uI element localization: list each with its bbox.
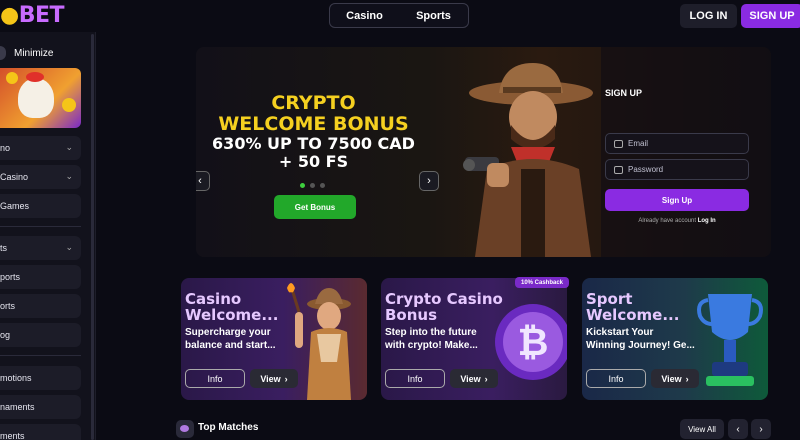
matches-prev-button[interactable]: ‹ — [728, 419, 748, 439]
carousel-prev-button[interactable]: ‹ — [196, 171, 210, 191]
matches-next-button[interactable]: › — [751, 419, 771, 439]
card-title: Casino Welcome... — [185, 290, 279, 324]
sidebar-item-promotions[interactable]: motions — [0, 366, 81, 390]
chevron-right-icon: › — [484, 373, 488, 384]
view-button[interactable]: View › — [250, 369, 298, 388]
info-button[interactable]: Info — [586, 369, 646, 388]
card-title: Crypto Casino Bonus — [385, 290, 503, 324]
carousel-dot-active[interactable] — [300, 183, 305, 188]
signup-panel: SIGN UP Email Password Sign Up Already h… — [601, 47, 771, 257]
bitcoin-coin-illustration: ₿ — [495, 304, 567, 380]
info-button[interactable]: Info — [385, 369, 445, 388]
sidebar-promo-banner[interactable] — [0, 68, 81, 128]
promo-card-casino[interactable]: Casino Welcome... Supercharge your balance… — [181, 278, 367, 400]
carousel-dot[interactable] — [310, 183, 315, 188]
minimize-icon — [0, 46, 6, 60]
trophy-illustration — [697, 294, 763, 386]
sidebar-item-esports[interactable]: orts — [0, 294, 81, 318]
promo-card-crypto[interactable]: Crypto Casino Bonus Step into the future w… — [381, 278, 567, 400]
brand-logo[interactable]: ●BET — [0, 3, 65, 28]
view-button[interactable]: View › — [450, 369, 498, 388]
coin-icon — [62, 98, 76, 112]
card-description: Kickstart Your Winning Journey! Ge... — [586, 327, 695, 351]
chevron-down-icon: ⌄ — [65, 171, 73, 181]
password-placeholder: Password — [628, 165, 664, 174]
sidebar-scrollbar[interactable] — [91, 34, 94, 440]
chevron-down-icon: ⌄ — [65, 142, 73, 152]
coin-icon — [6, 72, 18, 84]
hero-title: CRYPTO WELCOME BONUS — [218, 92, 409, 135]
chevron-right-icon: › — [427, 175, 431, 187]
sidebar-item-label: orts — [0, 301, 16, 311]
promo-card-sport[interactable]: Sport Welcome... Kickstart Your Winning Jo… — [582, 278, 768, 400]
hero-banner: CRYPTO WELCOME BONUS 630% UP TO 7500 CAD… — [196, 47, 771, 257]
sidebar-divider — [0, 226, 81, 227]
sidebar-item-sports[interactable]: ports — [0, 265, 81, 289]
sidebar-item-payments[interactable]: ments — [0, 424, 81, 440]
sidebar-divider — [0, 355, 81, 356]
minimize-label: Minimize — [14, 47, 54, 59]
signup-footer: Already have account Log In — [638, 218, 716, 224]
ball-icon — [176, 420, 194, 438]
chevron-down-icon: ⌄ — [65, 242, 73, 252]
tab-sports[interactable]: Sports — [399, 10, 468, 22]
signup-button[interactable]: SIGN UP — [741, 4, 800, 28]
chicken-comb — [26, 72, 44, 82]
top-matches-title: Top Matches — [198, 422, 259, 433]
sidebar-item-label: ports — [0, 272, 21, 282]
chevron-left-icon: ‹ — [198, 175, 202, 187]
sidebar-item-live-casino[interactable]: Casino ⌄ — [0, 165, 81, 189]
sidebar-item-label: motions — [0, 373, 32, 383]
sidebar-item-tournaments[interactable]: naments — [0, 395, 81, 419]
card-description: Step into the future with crypto! Make... — [385, 327, 478, 351]
mail-icon — [614, 140, 623, 148]
password-field[interactable]: Password — [605, 159, 749, 180]
sidebar-item-label: Games — [0, 201, 30, 211]
signup-panel-title: SIGN UP — [605, 88, 643, 98]
cowboy-illustration — [463, 63, 593, 257]
svg-text:₿: ₿ — [518, 320, 549, 364]
chicken-illustration — [18, 78, 54, 118]
sidebar-item-sports-group[interactable]: ts ⌄ — [0, 236, 81, 260]
top-header: ●BET Casino Sports LOG IN SIGN UP — [0, 0, 800, 32]
chevron-right-icon: › — [284, 373, 288, 384]
card-title: Sport Welcome... — [586, 290, 680, 324]
sidebar-item-label: naments — [0, 402, 35, 412]
sidebar-item-label: ments — [0, 431, 25, 440]
lock-icon — [614, 166, 623, 174]
sidebar-item-label: Casino — [0, 172, 29, 182]
login-link[interactable]: Log In — [698, 218, 716, 224]
sidebar-item-blog[interactable]: og — [0, 323, 81, 347]
info-button[interactable]: Info — [185, 369, 245, 388]
cashback-badge: 10% Cashback — [515, 277, 569, 288]
chevron-right-icon: › — [685, 373, 689, 384]
sidebar-item-label: og — [0, 330, 11, 340]
minimize-toggle[interactable]: Minimize — [0, 46, 53, 60]
login-button[interactable]: LOG IN — [680, 4, 737, 28]
carousel-next-button[interactable]: › — [419, 171, 439, 191]
product-switch: Casino Sports — [329, 3, 469, 28]
tab-casino[interactable]: Casino — [330, 10, 399, 22]
view-button[interactable]: View › — [651, 369, 699, 388]
email-placeholder: Email — [628, 139, 649, 148]
carousel-dot[interactable] — [320, 183, 325, 188]
sidebar: Minimize no ⌄ Casino ⌄ Games ts ⌄ ports ort… — [0, 32, 96, 440]
sidebar-item-label: ts — [0, 243, 8, 253]
email-field[interactable]: Email — [605, 133, 749, 154]
hero-subtitle: 630% UP TO 7500 CAD + 50 FS — [212, 134, 415, 171]
signup-submit-button[interactable]: Sign Up — [605, 189, 749, 211]
get-bonus-button[interactable]: Get Bonus — [274, 195, 356, 219]
chevron-left-icon: ‹ — [736, 423, 740, 435]
sidebar-item-casino-group[interactable]: no ⌄ — [0, 136, 81, 160]
view-all-button[interactable]: View All — [680, 419, 724, 439]
carousel-dots — [300, 183, 325, 188]
sidebar-item-games[interactable]: Games — [0, 194, 81, 218]
chevron-right-icon: › — [759, 423, 763, 435]
sidebar-item-label: no — [0, 143, 11, 153]
